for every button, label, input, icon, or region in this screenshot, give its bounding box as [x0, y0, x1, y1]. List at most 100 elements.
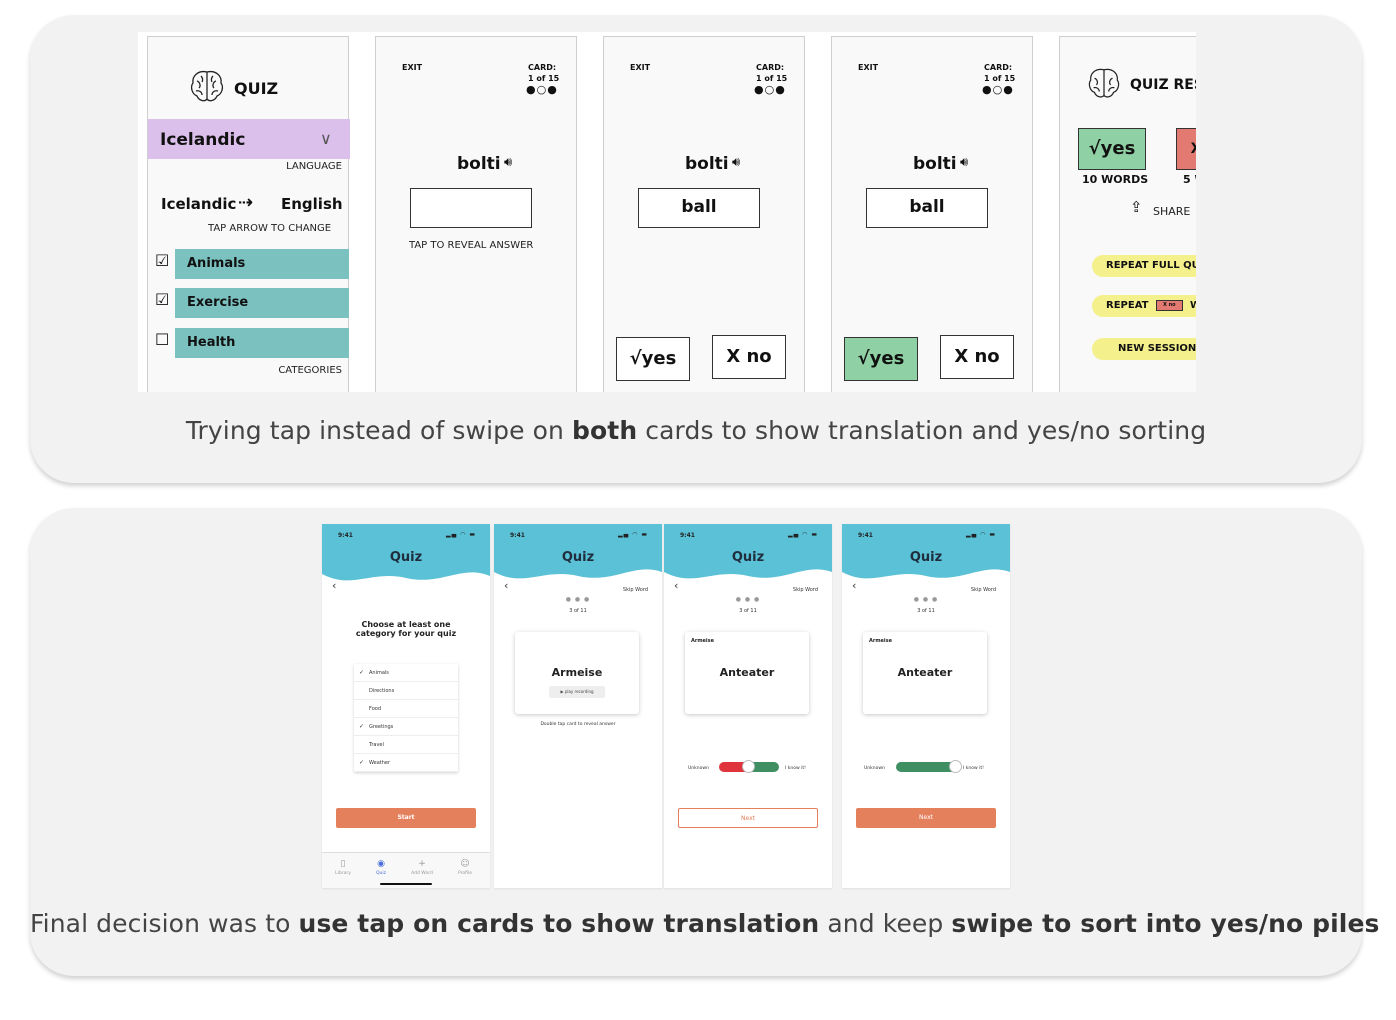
category-list: ✓ Animals Directions Food ✓ Greetings Trav… — [354, 664, 458, 772]
category-item[interactable]: Directions — [354, 682, 458, 700]
phone-setup-screen: 9:41 ▂▄ ◠ ▬ Quiz ‹ Choose at least one c… — [322, 524, 490, 888]
category-item[interactable]: ✓ Animals — [354, 664, 458, 682]
card-count: 1 of 15 — [756, 74, 788, 83]
arrow-right-icon[interactable]: ⇢ — [238, 192, 253, 213]
slider-track[interactable] — [896, 762, 956, 772]
flash-card[interactable]: Armeise Anteater — [685, 632, 809, 714]
pager-dots: ● ● ● — [913, 596, 939, 603]
know-slider[interactable]: Unknown I know it! — [842, 760, 1010, 774]
setup-heading-line: category for your quiz — [355, 629, 457, 638]
answer-box[interactable] — [410, 188, 532, 228]
tab-quiz[interactable]: ◉ Quiz — [366, 859, 396, 876]
tab-label: Quiz — [375, 871, 386, 876]
next-button[interactable]: Next — [678, 808, 818, 828]
new-session-button[interactable]: NEW SESSION — [1092, 338, 1196, 360]
unknown-label: Unknown — [688, 766, 709, 771]
status-time: 9:41 — [858, 532, 873, 539]
know-slider[interactable]: Unknown I know it! — [664, 760, 832, 774]
back-chevron-icon[interactable]: ‹ — [332, 579, 336, 592]
tab-library[interactable]: ▯ Library — [328, 859, 358, 876]
category-item[interactable]: ✓ Greetings — [354, 718, 458, 736]
chevron-down-icon: ∨ — [320, 129, 332, 148]
sketch-card-revealed: EXIT CARD: 1 of 15 ●○● bolti 🔊︎ ball √ye… — [603, 36, 805, 392]
repeat-full-quiz-button[interactable]: REPEAT FULL QU — [1092, 255, 1196, 277]
speaker-icon[interactable]: 🔊︎ — [732, 155, 740, 170]
checkbox-icon[interactable]: ☐ — [155, 330, 169, 349]
language-select[interactable]: Icelandic ∨ — [148, 119, 350, 159]
no-pile[interactable]: X — [1176, 128, 1196, 170]
to-language: English — [281, 195, 343, 213]
results-title: QUIZ RES — [1130, 77, 1196, 93]
app-title: Quiz — [561, 550, 595, 565]
caption-bottom: Final decision was to use tap on cards t… — [30, 909, 1379, 938]
plus-icon: + — [418, 859, 426, 869]
checkbox-icon[interactable]: ☑ — [155, 251, 169, 270]
app-title: Quiz — [389, 550, 423, 565]
repeat-label: REPEAT — [1106, 300, 1149, 311]
category-health[interactable]: Health — [175, 328, 349, 358]
progress-dots: ●○● — [526, 83, 558, 96]
back-chevron-icon[interactable]: ‹ — [852, 579, 856, 592]
know-label: I know it! — [785, 766, 806, 771]
status-time: 9:41 — [510, 532, 525, 539]
signal-battery-icon: ▂▄ ◠ ▬ — [618, 531, 648, 538]
unknown-label: Unknown — [864, 766, 885, 771]
caption-emphasis: both — [572, 416, 638, 445]
tab-add-word[interactable]: + Add Word — [407, 859, 437, 876]
direction-hint: TAP ARROW TO CHANGE — [208, 223, 332, 234]
tab-profile[interactable]: ☺ Profile — [450, 859, 480, 876]
share-label[interactable]: SHARE — [1153, 205, 1190, 218]
category-item[interactable]: Food — [354, 700, 458, 718]
flash-card[interactable]: Armeise ▶ play recording — [515, 632, 639, 714]
no-count: 5 W — [1183, 173, 1196, 186]
slider-knob[interactable] — [742, 760, 755, 773]
category-exercise[interactable]: Exercise — [175, 288, 349, 318]
skip-word-link[interactable]: Skip Word — [793, 587, 818, 593]
answer-box[interactable]: ball — [866, 188, 988, 228]
no-tag: X no — [1155, 299, 1183, 311]
card-word: Anteater — [897, 666, 953, 679]
exit-button[interactable]: EXIT — [402, 63, 422, 72]
pager-dots: ● ● ● — [565, 596, 591, 603]
category-item[interactable]: Travel — [354, 736, 458, 754]
yes-pile[interactable]: √yes — [1078, 128, 1146, 170]
back-chevron-icon[interactable]: ‹ — [674, 579, 678, 592]
exit-button[interactable]: EXIT — [858, 63, 878, 72]
tab-label: Add Word — [411, 871, 433, 876]
speaker-icon[interactable]: 🔊︎ — [504, 155, 512, 170]
next-button[interactable]: Next — [856, 808, 996, 828]
speaker-icon[interactable]: 🔊︎ — [960, 155, 968, 170]
know-label: I know it! — [963, 766, 984, 771]
category-animals[interactable]: Animals — [175, 249, 349, 279]
skip-word-link[interactable]: Skip Word — [623, 587, 648, 593]
exit-button[interactable]: EXIT — [630, 63, 650, 72]
repeat-no-words-button[interactable]: REPEAT X no WO — [1092, 295, 1196, 317]
flash-card[interactable]: Armeise Anteater — [863, 632, 987, 714]
no-button[interactable]: X no — [712, 335, 786, 379]
phone-card-revealed: 9:41 ▂▄ ◠ ▬ Quiz ‹ Skip Word ● ● ● 3 of … — [664, 524, 832, 888]
brain-icon — [1086, 65, 1122, 105]
yes-button[interactable]: √yes — [844, 337, 918, 381]
sketch-setup-screen: QUIZ Icelandic ∨ LANGUAGE Icelandic ⇢ En… — [147, 36, 350, 392]
category-item[interactable]: ✓ Weather — [354, 754, 458, 772]
slider-knob[interactable] — [949, 760, 962, 773]
skip-word-link[interactable]: Skip Word — [971, 587, 996, 593]
share-icon[interactable]: ⇪ — [1130, 198, 1143, 216]
sketch-card-unrevealed: EXIT CARD: 1 of 15 ●○● bolti 🔊︎ TAP TO R… — [375, 36, 577, 392]
sketch-strip: QUIZ Icelandic ∨ LANGUAGE Icelandic ⇢ En… — [138, 32, 1196, 392]
back-chevron-icon[interactable]: ‹ — [504, 579, 508, 592]
category-label: Weather — [369, 760, 391, 766]
app-header: 9:41 ▂▄ ◠ ▬ Quiz — [494, 524, 662, 596]
signal-battery-icon: ▂▄ ◠ ▬ — [788, 531, 818, 538]
card-label: CARD: — [756, 63, 785, 72]
brain-icon: ◉ — [377, 859, 385, 869]
no-button[interactable]: X no — [940, 335, 1014, 379]
app-header: 9:41 ▂▄ ◠ ▬ Quiz — [322, 524, 490, 596]
checkbox-icon[interactable]: ☑ — [155, 290, 169, 309]
start-button[interactable]: Start — [336, 808, 476, 828]
language-value: Icelandic — [160, 130, 246, 150]
play-recording-button[interactable]: ▶ play recording — [549, 686, 605, 698]
yes-button[interactable]: √yes — [616, 337, 690, 381]
check-icon: ✓ — [359, 669, 365, 676]
answer-box[interactable]: ball — [638, 188, 760, 228]
